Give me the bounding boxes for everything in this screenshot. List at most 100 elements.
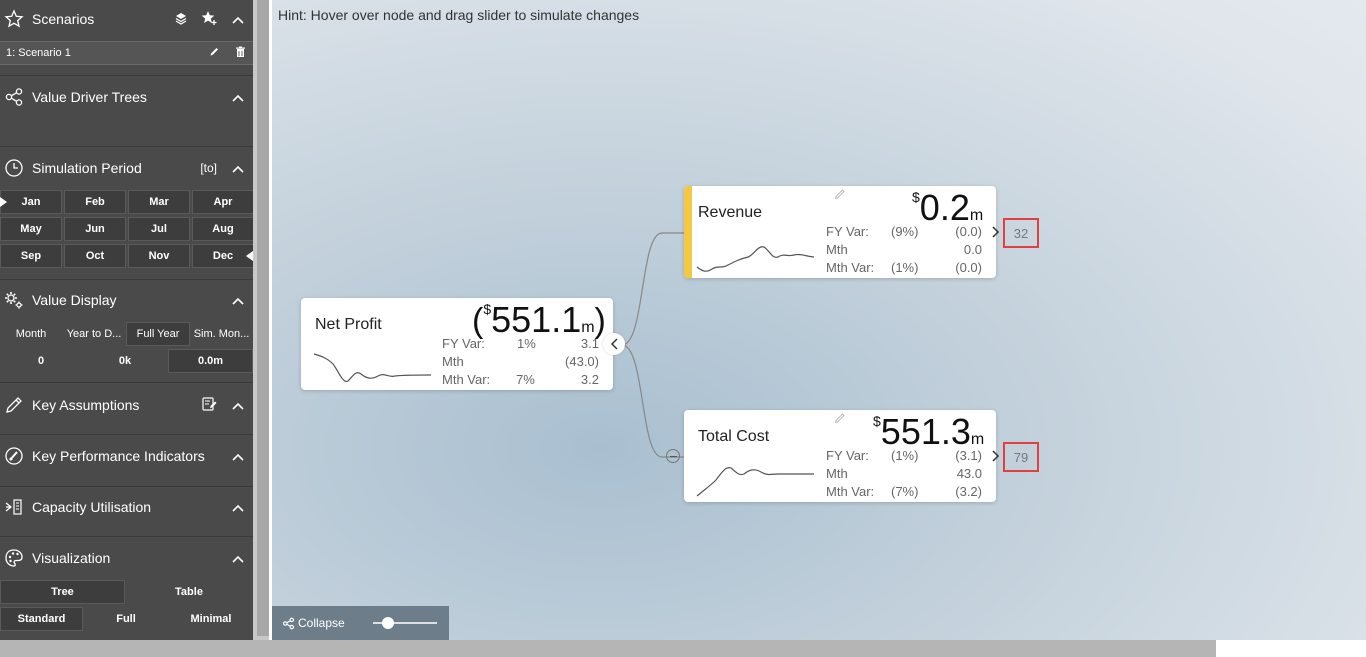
sparkline — [313, 353, 432, 383]
month-mar[interactable]: Mar — [128, 190, 190, 214]
month-aug[interactable]: Aug — [192, 217, 254, 241]
chevron-up-icon[interactable] — [223, 160, 253, 176]
month-may[interactable]: May — [0, 217, 62, 241]
size-standard[interactable]: Standard — [0, 607, 83, 631]
chevron-left-icon — [610, 338, 618, 350]
sidebar: Scenarios 1: Scenario 1 Value Driver Tre… — [0, 0, 254, 640]
precision-millions[interactable]: 0.0m — [168, 349, 253, 373]
zoom-slider[interactable] — [372, 617, 437, 629]
fy-var-label: FY Var: — [442, 336, 485, 351]
value-driver-trees-header[interactable]: Value Driver Trees — [0, 79, 253, 115]
option-year-to-date[interactable]: Year to D... — [62, 322, 126, 346]
precision-units[interactable]: 0 — [0, 349, 82, 373]
fy-var-pct: (1%) — [891, 448, 919, 463]
mth-var-label: Mth Var: — [442, 372, 491, 387]
month-sep[interactable]: Sep — [0, 244, 62, 268]
mth-label: Mth — [826, 242, 848, 257]
edit-node-icon[interactable] — [834, 412, 846, 427]
total-cost-kpi-box[interactable]: 79 — [1003, 442, 1039, 472]
chevron-up-icon[interactable] — [223, 499, 253, 515]
edit-assumptions-icon[interactable] — [195, 396, 223, 414]
month-oct[interactable]: Oct — [64, 244, 126, 268]
expand-total-cost-icon[interactable] — [992, 450, 1000, 462]
sidebar-scrollbar-thumb[interactable] — [257, 0, 269, 636]
horizontal-scrollbar[interactable] — [0, 640, 1216, 657]
collapse-children-button[interactable] — [603, 333, 625, 355]
fy-var-pct: 1% — [517, 336, 536, 351]
pencil-icon — [0, 391, 28, 419]
currency-symbol: $ — [912, 189, 920, 205]
simulation-period-header[interactable]: Simulation Period [to] — [0, 150, 253, 186]
month-jul[interactable]: Jul — [128, 217, 190, 241]
mode-tree[interactable]: Tree — [0, 580, 125, 604]
size-minimal[interactable]: Minimal — [169, 607, 253, 631]
capacity-header[interactable]: Capacity Utilisation — [0, 489, 253, 525]
visualization-header[interactable]: Visualization — [0, 540, 253, 576]
share-icon — [282, 617, 295, 629]
edit-scenario-icon[interactable] — [201, 46, 227, 60]
value-unit: m — [969, 207, 984, 224]
star-icon — [0, 5, 28, 33]
month-nov[interactable]: Nov — [128, 244, 190, 268]
mth-label: Mth — [826, 466, 848, 481]
edit-node-icon[interactable] — [834, 188, 846, 203]
value-display-options: Month Year to D... Full Year Sim. Mon... — [0, 322, 253, 346]
value-display-header[interactable]: Value Display — [0, 282, 253, 318]
value-display-precision: 0 0k 0.0m — [0, 349, 253, 373]
month-jan[interactable]: Jan — [0, 190, 62, 214]
value-driver-trees-title: Value Driver Trees — [32, 89, 147, 105]
month-feb[interactable]: Feb — [64, 190, 126, 214]
share-icon — [0, 83, 28, 111]
fy-var-label: FY Var: — [826, 448, 869, 463]
chevron-up-icon[interactable] — [223, 397, 253, 413]
period-mode-toggle[interactable]: [to] — [200, 161, 217, 175]
scenario-item[interactable]: 1: Scenario 1 — [0, 41, 253, 65]
collapse-all-button[interactable]: Collapse — [282, 616, 345, 630]
sparkline — [696, 246, 815, 272]
node-value: ($551.1m) — [472, 299, 606, 341]
fy-var-value: (3.1) — [955, 448, 982, 463]
mth-value: (43.0) — [565, 354, 599, 369]
capacity-title: Capacity Utilisation — [32, 499, 152, 515]
fy-var-label: FY Var: — [826, 224, 869, 239]
scenarios-title: Scenarios — [32, 11, 95, 27]
fy-var-value: (0.0) — [955, 224, 982, 239]
delete-scenario-icon[interactable] — [227, 46, 253, 61]
node-label: Revenue — [698, 204, 763, 221]
size-full[interactable]: Full — [83, 607, 169, 631]
copy-scenarios-icon[interactable] — [167, 11, 195, 28]
option-full-year[interactable]: Full Year — [126, 322, 190, 346]
currency-symbol: $ — [483, 301, 492, 317]
precision-thousands[interactable]: 0k — [82, 349, 168, 373]
chevron-up-icon[interactable] — [223, 448, 253, 464]
chevron-up-icon[interactable] — [223, 550, 253, 566]
chevron-up-icon[interactable] — [223, 292, 253, 308]
expand-revenue-icon[interactable] — [992, 226, 1000, 238]
month-grid: Jan Feb Mar Apr May Jun Jul Aug Sep Oct … — [0, 190, 254, 268]
minus-icon — [669, 455, 677, 457]
clock-icon — [0, 154, 28, 182]
node-revenue[interactable]: Revenue $0.2m FY Var: (9%) (0.0) Mth 0.0… — [684, 186, 996, 278]
gear-icon — [0, 286, 28, 314]
scenarios-header[interactable]: Scenarios — [0, 1, 253, 37]
zoom-slider-thumb[interactable] — [381, 617, 394, 629]
chevron-up-icon[interactable] — [223, 11, 253, 27]
month-apr[interactable]: Apr — [192, 190, 254, 214]
kpi-header[interactable]: Key Performance Indicators — [0, 438, 253, 474]
option-month[interactable]: Month — [0, 322, 62, 346]
add-scenario-icon[interactable] — [195, 10, 223, 29]
mth-var-label: Mth Var: — [826, 484, 875, 499]
key-assumptions-header[interactable]: Key Assumptions — [0, 387, 253, 423]
range-end-handle[interactable] — [245, 251, 253, 261]
node-total-cost[interactable]: Total Cost $551.3m FY Var: (1%) (3.1) Mt… — [684, 410, 996, 502]
node-value: $551.3m — [873, 411, 984, 453]
collapse-node-button[interactable] — [666, 449, 680, 463]
range-start-handle[interactable] — [0, 197, 8, 207]
node-net-profit[interactable]: Net Profit ($551.1m) FY Var: 1% 3.1 Mth … — [301, 298, 613, 390]
month-jun[interactable]: Jun — [64, 217, 126, 241]
revenue-kpi-box[interactable]: 32 — [1003, 218, 1039, 248]
mode-table[interactable]: Table — [125, 580, 253, 604]
chevron-up-icon[interactable] — [223, 89, 253, 105]
option-sim-month[interactable]: Sim. Mon... — [190, 322, 253, 346]
collapse-label: Collapse — [298, 616, 345, 630]
